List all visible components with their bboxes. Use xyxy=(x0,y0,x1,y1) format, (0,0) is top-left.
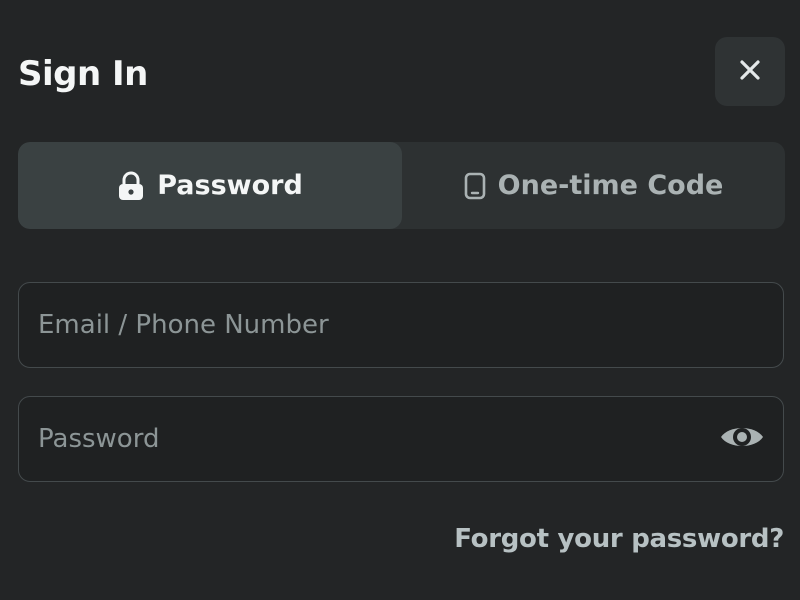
eye-icon xyxy=(719,422,765,456)
email-phone-input[interactable] xyxy=(19,283,783,367)
tab-one-time-code-label: One-time Code xyxy=(497,170,724,201)
close-icon xyxy=(739,59,761,85)
sign-in-method-tabs: Password One-time Code xyxy=(18,142,785,229)
show-password-toggle[interactable] xyxy=(719,419,765,459)
tab-password-label: Password xyxy=(157,170,303,201)
close-button[interactable] xyxy=(715,37,785,106)
forgot-password-link[interactable]: Forgot your password? xyxy=(454,524,784,554)
phone-icon xyxy=(464,172,486,200)
email-phone-field-container xyxy=(18,282,784,368)
password-field-container xyxy=(18,396,784,482)
lock-icon xyxy=(117,171,145,201)
sign-in-dialog: Sign In Password One-time Code Email / P… xyxy=(0,0,800,600)
tab-one-time-code[interactable]: One-time Code xyxy=(402,142,785,229)
tab-password[interactable]: Password xyxy=(18,142,402,229)
dialog-title: Sign In xyxy=(18,54,148,94)
password-input[interactable] xyxy=(19,397,783,481)
